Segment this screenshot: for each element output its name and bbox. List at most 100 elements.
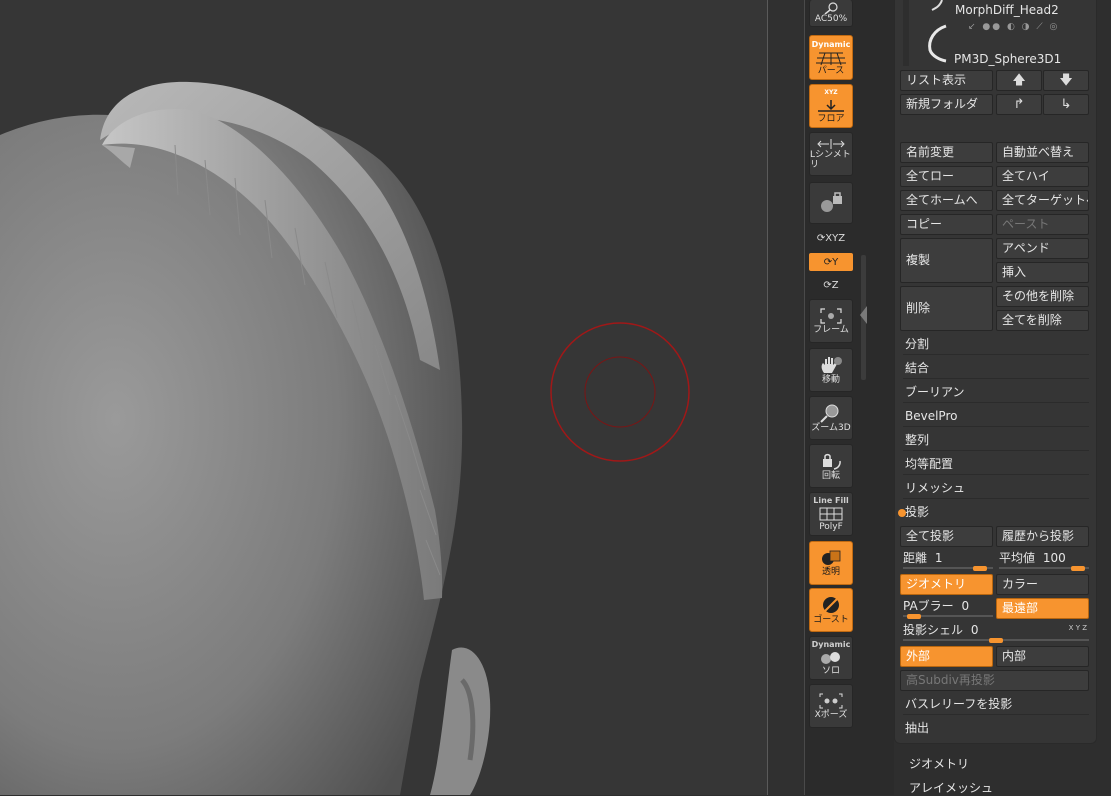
delete-button[interactable]: 削除	[900, 286, 993, 331]
mean-knob[interactable]	[1071, 566, 1085, 571]
tray-scroll-strip	[858, 0, 894, 795]
high-subdiv-reproject-button[interactable]: 高Subdiv再投影	[900, 670, 1089, 691]
distance-slider[interactable]: 距離 1	[903, 550, 993, 572]
local-symmetry-button[interactable]: Lシンメトリ	[809, 132, 853, 176]
solo-button[interactable]: Dynamic ソロ	[809, 636, 853, 680]
arrow-up-icon: 🡅	[1012, 73, 1026, 88]
paste-button[interactable]: ペースト	[996, 214, 1089, 235]
rotate-button[interactable]: 回転	[809, 444, 853, 488]
insert-button[interactable]: 挿入	[996, 262, 1089, 283]
y-label: Y	[832, 256, 839, 268]
subtool-name: MorphDiff_Head2	[955, 3, 1059, 17]
rotate-y-button[interactable]: ⟳ Y	[809, 253, 853, 271]
align-subpalette[interactable]: 整列	[903, 430, 1089, 451]
all-to-home-button[interactable]: 全てホームへ	[900, 190, 993, 211]
subtool-item-morphdiff[interactable]: MorphDiff_Head2	[914, 0, 1092, 24]
geometry-palette-header[interactable]: ジオメトリ	[909, 755, 969, 772]
array-mesh-palette-header[interactable]: アレイメッシュ	[909, 779, 993, 796]
extract-subpalette[interactable]: 抽出	[903, 718, 1089, 739]
camera-lock-button[interactable]	[809, 182, 853, 224]
all-high-button[interactable]: 全てハイ	[996, 166, 1089, 187]
model-render	[0, 81, 690, 795]
symmetry-icon	[817, 139, 845, 149]
document-viewport[interactable]	[0, 0, 767, 795]
subtool-item-sphere[interactable]: PM3D_Sphere3D1	[914, 22, 1092, 66]
rotate-lock-icon	[823, 453, 841, 470]
geometry-toggle[interactable]: ジオメトリ	[900, 574, 993, 595]
copy-button[interactable]: コピー	[900, 214, 993, 235]
rotate-xyz-button[interactable]: ⟳ XYZ	[809, 229, 853, 247]
move-button[interactable]: 移動	[809, 348, 853, 392]
transparency-button[interactable]: 透明	[809, 541, 853, 585]
xpose-button[interactable]: Xポーズ	[809, 684, 853, 728]
active-dot-icon	[898, 509, 906, 517]
bevelpro-subpalette[interactable]: BevelPro	[903, 406, 1089, 427]
rotate-y-icon: ⟳	[823, 256, 833, 268]
subtool-thumbnail-icon	[928, 24, 947, 63]
remesh-subpalette[interactable]: リメッシュ	[903, 478, 1089, 499]
zoom3d-label: ズーム3D	[811, 423, 851, 433]
farthest-toggle[interactable]: 最遠部	[996, 598, 1089, 619]
merge-subpalette[interactable]: 結合	[903, 358, 1089, 379]
floor-label: フロア	[817, 114, 845, 124]
distribute-subpalette[interactable]: 均等配置	[903, 454, 1089, 475]
auto-sort-button[interactable]: 自動並べ替え	[996, 142, 1089, 163]
rotate-z-button[interactable]: ⟳ Z	[809, 276, 853, 294]
floor-button[interactable]: XYZ フロア	[809, 84, 853, 128]
xyz-axis-toggles[interactable]: X Y Z	[1069, 620, 1087, 636]
perspective-dynamic-label: Dynamic	[811, 39, 851, 49]
floor-xyz-label: XYZ	[824, 89, 838, 96]
inner-toggle[interactable]: 内部	[996, 646, 1089, 667]
collapse-tray-arrow-icon[interactable]	[860, 306, 867, 324]
project-subpalette-label: 投影	[905, 505, 930, 519]
perspective-label: パース	[817, 65, 845, 76]
color-toggle[interactable]: カラー	[996, 574, 1089, 595]
project-subpalette[interactable]: 投影	[898, 502, 1089, 523]
duplicate-button[interactable]: 複製	[900, 238, 993, 283]
list-view-button[interactable]: リスト表示	[900, 70, 993, 91]
mean-label: 平均値	[999, 551, 1036, 565]
move-up-button[interactable]: 🡅	[996, 70, 1042, 91]
pa-blur-slider[interactable]: PAブラー 0	[903, 598, 993, 620]
ac50-button[interactable]: AC50%	[809, 0, 853, 27]
distance-knob[interactable]	[973, 566, 987, 571]
brush-outer-ring	[550, 322, 690, 462]
move-out-button[interactable]: ↳	[1043, 94, 1089, 115]
delete-all-button[interactable]: 全てを削除	[996, 310, 1089, 331]
z-label: Z	[831, 279, 839, 291]
projection-shell-slider[interactable]: 投影シェル 0 X Y Z	[903, 622, 1089, 644]
camera-lock-icon	[821, 192, 842, 212]
ghost-icon	[822, 596, 840, 614]
perspective-button[interactable]: Dynamic パース	[809, 35, 853, 80]
frame-icon	[820, 308, 842, 324]
outer-toggle[interactable]: 外部	[900, 646, 993, 667]
append-button[interactable]: アペンド	[996, 238, 1089, 259]
move-into-button[interactable]: ↱	[996, 94, 1042, 115]
move-down-button[interactable]: 🡇	[1043, 70, 1089, 91]
rename-button[interactable]: 名前変更	[900, 142, 993, 163]
pa-blur-knob[interactable]	[907, 614, 921, 619]
frame-button[interactable]: フレーム	[809, 299, 853, 343]
all-low-button[interactable]: 全てロー	[900, 166, 993, 187]
projection-shell-knob[interactable]	[989, 638, 1003, 643]
boolean-subpalette[interactable]: ブーリアン	[903, 382, 1089, 403]
solo-label: ソロ	[821, 666, 840, 676]
ghost-label: ゴースト	[813, 615, 849, 625]
new-folder-button[interactable]: 新規フォルダ	[900, 94, 993, 115]
project-basrelief-button[interactable]: バスレリーフを投影	[903, 694, 1089, 715]
split-subpalette[interactable]: 分割	[903, 334, 1089, 355]
zoom-magnifier-icon	[820, 404, 839, 423]
all-to-target-button[interactable]: 全てターゲットへ	[996, 190, 1089, 211]
subtool-list-scroll[interactable]	[903, 0, 909, 66]
arrow-right-turn-icon: ↱	[1013, 97, 1025, 112]
zoom3d-button[interactable]: ズーム3D	[809, 396, 853, 440]
project-history-button[interactable]: 履歴から投影	[996, 526, 1089, 547]
polyframe-button[interactable]: Line Fill PolyF	[809, 492, 853, 536]
pa-blur-label: PAブラー	[903, 599, 954, 613]
ghost-button[interactable]: ゴースト	[809, 588, 853, 632]
projection-shell-value: 0	[970, 623, 979, 637]
project-all-button[interactable]: 全て投影	[900, 526, 993, 547]
delete-other-button[interactable]: その他を削除	[996, 286, 1089, 307]
subtool-thumbnail-icon	[931, 0, 943, 11]
mean-slider[interactable]: 平均値 100	[999, 550, 1089, 572]
